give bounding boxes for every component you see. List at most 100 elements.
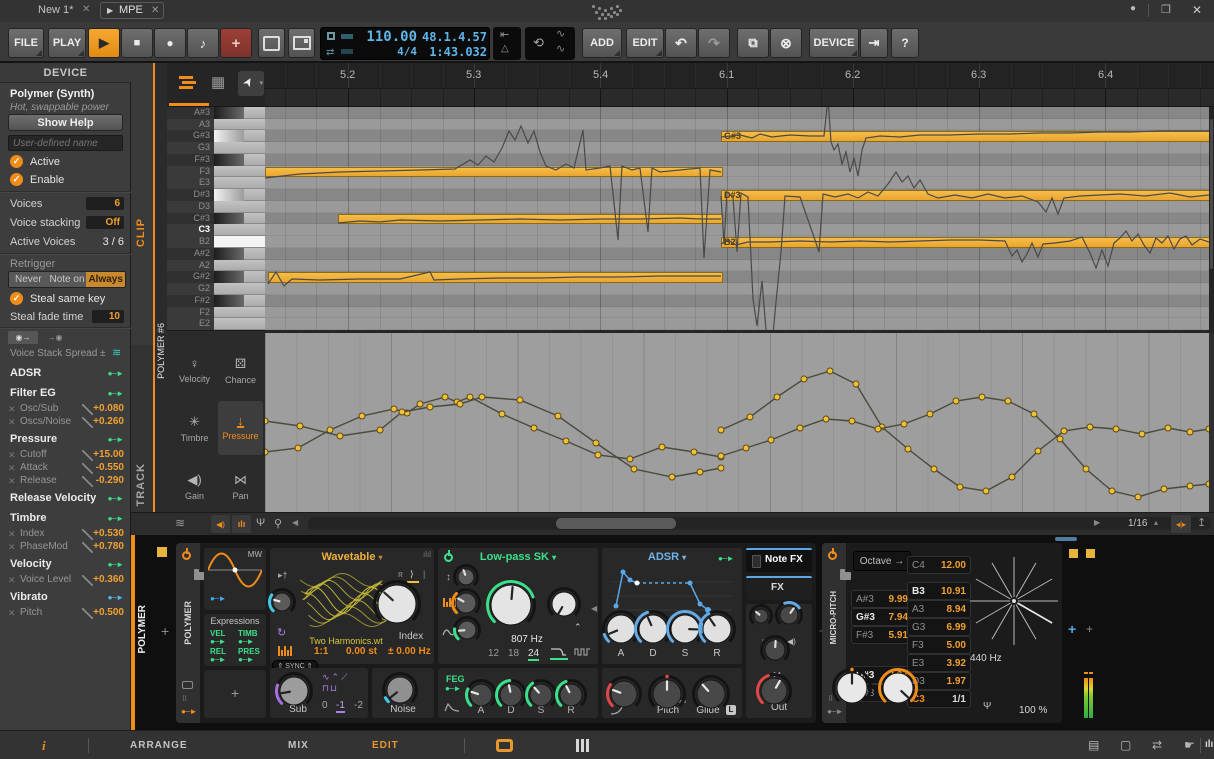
drum-view-icon[interactable]: ▦ [211,73,225,91]
piano-key[interactable] [214,166,265,178]
audition-button[interactable]: ◀) [211,515,230,533]
add-device-end-plus-gray[interactable]: + [1086,622,1093,636]
pressure-point[interactable] [1161,486,1167,492]
pressure-point[interactable] [849,418,855,424]
grid-resolution-value[interactable]: 1/16 [1128,518,1147,529]
mod-routing-tab-in[interactable]: →◉ [40,331,70,344]
pressure-point[interactable] [563,438,569,444]
piano-key[interactable] [214,130,265,142]
mod-item[interactable]: ✕Osc/Sub+0.080 [0,403,131,416]
pressure-point[interactable] [555,413,561,419]
slope-12[interactable]: 12 [488,648,499,659]
expressions-section[interactable]: Expressions VEL TIMB ●─► ●─► REL PRES ●─… [204,614,266,666]
osc-phase-icon[interactable]: ↻ [277,626,286,639]
amp-env-dropdown[interactable]: ADSR ▾ [622,551,712,563]
layers-icon[interactable]: ≋ [175,516,185,530]
scroll-right-icon[interactable]: ▶ [1094,518,1100,527]
chain-color-swatch-2[interactable] [1086,549,1095,558]
fx-tab[interactable]: FX [746,576,812,600]
loop-icon[interactable]: ⟲ [533,35,544,51]
piano-key-black[interactable] [214,107,244,119]
voices-value[interactable]: 6 [86,197,124,210]
browser-panel-icon[interactable]: ▤ [1088,738,1099,752]
project-tab-close-icon[interactable]: ✕ [82,4,90,15]
mod-item-value[interactable]: +0.780 [93,541,124,552]
pressure-expression-points[interactable] [265,333,1209,512]
hscrollbar-thumb[interactable] [556,518,676,529]
note-grid[interactable]: G#3D#3B2 [265,107,1209,330]
chain-scroll-indicator[interactable] [1055,537,1077,541]
duplicate-button[interactable]: ⧉ [737,28,769,58]
micropitch-entry-C4[interactable]: C412.00 [907,556,971,574]
out-pan-knob[interactable] [758,633,792,667]
time-value[interactable]: 1:43.032 [419,45,487,59]
mod-curve-icon[interactable] [82,575,93,586]
mod-item-value[interactable]: +0.080 [93,403,124,414]
sub-wave-icons[interactable]: ∿⌃⟋ [322,672,349,683]
piano-key-black[interactable] [214,189,244,201]
device-menu-button[interactable]: DEVICE [809,28,859,58]
sub-square-icons[interactable]: ⊓⊔ [322,683,338,694]
retrigger-option[interactable]: Always [86,272,125,287]
window-restore-icon[interactable]: ❐ [1161,3,1171,16]
filter-env-knob[interactable] [451,614,483,646]
piano-key[interactable] [214,213,265,225]
tempo-value[interactable]: 110.00 [357,29,417,45]
remove-mod-icon[interactable]: ✕ [8,476,16,487]
pressure-point[interactable] [823,416,829,422]
empty-mod-slot[interactable]: + [204,670,266,718]
pressure-point[interactable] [718,465,724,471]
remove-mod-icon[interactable]: ✕ [8,450,16,461]
remove-mod-icon[interactable]: ✕ [8,404,16,415]
midi-note[interactable]: B2 [721,237,1209,248]
help-button[interactable]: ? [891,28,919,58]
piano-key-black[interactable] [214,248,244,260]
pressure-point[interactable] [517,397,523,403]
device-mod-icon[interactable]: ●─► [181,707,196,716]
pressure-point[interactable] [1083,466,1089,472]
project-tab[interactable]: New 1* [38,4,73,16]
tab-track-zone[interactable] [131,345,153,535]
piano-key-black[interactable] [214,213,244,225]
mod-arrow-icon[interactable]: ●─► [108,593,123,602]
mod-routing-tab-out[interactable]: ◉→ [8,331,38,344]
mixer-panel-icon[interactable]: ılı [1205,739,1213,750]
pressure-point[interactable] [927,411,933,417]
mod-curve-icon[interactable] [82,529,93,540]
mod-item[interactable]: ✕Pitch+0.500 [0,607,131,620]
osc-pitch-keyboard-icon[interactable] [278,646,292,656]
voice-stacking-value[interactable]: Off [86,216,124,229]
add-device-end-plus-blue[interactable]: + [1068,621,1076,637]
piano-key[interactable] [214,260,265,272]
amp-mod-arrow-icon[interactable]: ●─► [718,554,733,563]
mod-item-value[interactable]: +0.360 [93,574,124,585]
pressure-point[interactable] [297,423,303,429]
mod-arrow-icon[interactable]: ●─► [108,435,123,444]
tab-close-icon[interactable]: ✕ [151,5,159,16]
insert-button[interactable]: ⇥ [860,28,888,58]
mod-section[interactable]: ADSR●─► [0,367,131,382]
reference-pitch-knob[interactable] [830,666,874,710]
osc-index-knob[interactable] [371,578,423,630]
pressure-point[interactable] [442,394,448,400]
pressure-point[interactable] [1187,429,1193,435]
remove-mod-icon[interactable]: ✕ [8,529,16,540]
remove-mod-icon[interactable]: ✕ [8,417,16,428]
remove-mod-icon[interactable]: ✕ [8,463,16,474]
pressure-point[interactable] [531,425,537,431]
pressure-point[interactable] [1109,488,1115,494]
mod-curve-icon[interactable] [82,542,93,553]
tab-track[interactable]: TRACK [135,463,147,507]
steal-same-key-checkbox[interactable]: ✓ [10,292,23,305]
expression-tab-chance[interactable]: ⚄Chance [218,343,263,397]
pressure-point[interactable] [718,453,724,459]
feg-mod-arrow-icon[interactable]: ●─► [445,684,460,693]
pressure-point[interactable] [827,368,833,374]
micropitch-preset-icon[interactable] [840,572,851,580]
midi-note[interactable] [268,272,723,283]
piano-key[interactable] [214,201,265,213]
mod-curve-icon[interactable] [82,404,93,415]
mod-arrow-icon[interactable]: ●─► [108,494,123,503]
mod-item-value[interactable]: -0.290 [96,475,124,486]
pressure-point[interactable] [853,381,859,387]
